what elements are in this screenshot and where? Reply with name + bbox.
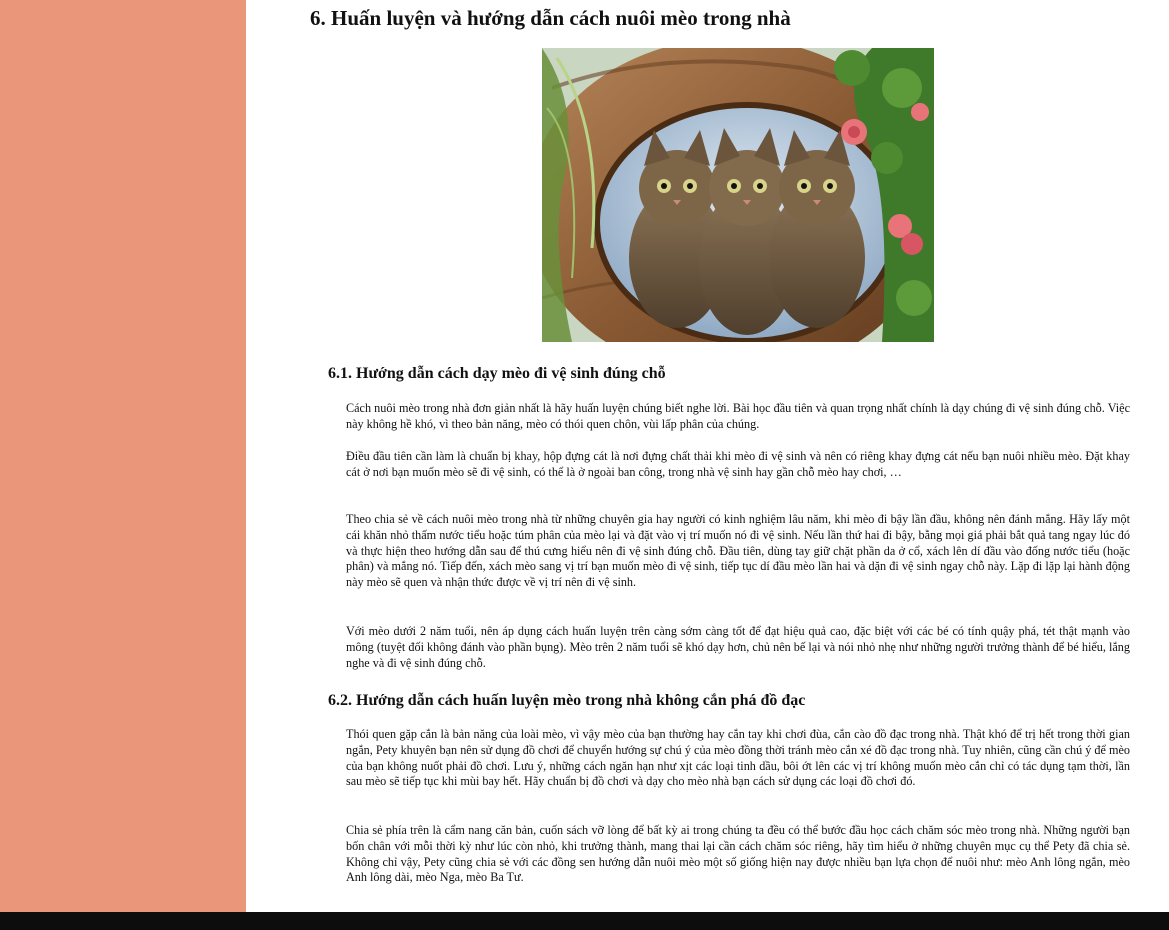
section-6-1-paragraph-4: Với mèo dưới 2 năm tuổi, nên áp dụng các…: [346, 624, 1130, 670]
section-6-2-paragraph-2: Chia sẻ phía trên là cẩm nang căn bản, c…: [346, 823, 1130, 885]
article-heading: 6. Huấn luyện và hướng dẫn cách nuôi mèo…: [310, 6, 791, 30]
section-6-1-paragraph-2: Điều đầu tiên cần làm là chuẩn bị khay, …: [346, 449, 1130, 479]
section-6-2-title: 6.2. Hướng dẫn cách huấn luyện mèo trong…: [328, 692, 806, 709]
bottom-black-bar: [0, 912, 1169, 930]
left-sidebar-panel: [0, 0, 246, 912]
section-6-2-paragraph-1: Thói quen gặp cắn là bản năng của loài m…: [346, 727, 1130, 789]
article-content: 6. Huấn luyện và hướng dẫn cách nuôi mèo…: [246, 0, 1169, 912]
kittens-photo: [542, 48, 934, 342]
section-6-1-paragraph-1: Cách nuôi mèo trong nhà đơn giản nhất là…: [346, 401, 1130, 431]
section-6-1-title: 6.1. Hướng dẫn cách dạy mèo đi vệ sinh đ…: [328, 365, 666, 382]
section-6-1-paragraph-3: Theo chia sẻ về cách nuôi mèo trong nhà …: [346, 512, 1130, 590]
